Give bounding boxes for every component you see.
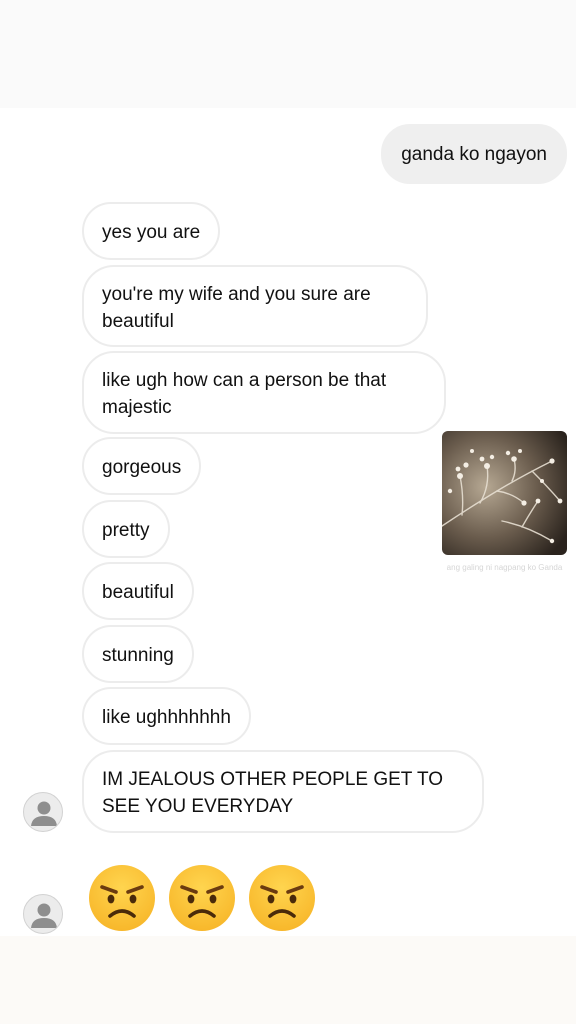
message-text: yes you are — [102, 222, 201, 243]
message-text: you're my wife and you sure are beautifu… — [102, 284, 371, 332]
message-incoming[interactable]: IM JEALOUS OTHER PEOPLE GET TO SEE YOU E… — [82, 750, 484, 833]
message-text: stunning — [102, 645, 174, 666]
branch-photo-image — [442, 431, 567, 555]
message-text: IM JEALOUS OTHER PEOPLE GET TO SEE YOU E… — [102, 769, 444, 817]
angry-face-emoji — [247, 863, 317, 933]
avatar[interactable] — [23, 792, 63, 832]
user-silhouette-icon — [31, 801, 57, 826]
message-incoming[interactable]: gorgeous — [82, 437, 202, 495]
message-incoming[interactable]: you're my wife and you sure are beautifu… — [82, 265, 428, 347]
message-incoming[interactable]: like ughhhhhhh — [82, 687, 251, 745]
message-text: gorgeous — [102, 457, 182, 478]
message-incoming[interactable]: yes you are — [82, 202, 221, 260]
angry-face-emoji — [87, 863, 157, 933]
message-text: like ughhhhhhh — [102, 707, 231, 728]
user-silhouette-icon — [31, 903, 57, 928]
message-text: beautiful — [102, 582, 174, 603]
composer-area — [0, 936, 576, 1024]
message-outgoing[interactable]: ganda ko ngayon — [381, 124, 567, 184]
header-area — [0, 0, 576, 108]
message-incoming[interactable]: stunning — [82, 625, 194, 683]
photo-caption: ang galing ni nagpang ko Ganda — [446, 563, 563, 572]
message-text: ganda ko ngayon — [401, 144, 547, 165]
message-text: pretty — [102, 520, 150, 541]
angry-face-emoji — [167, 863, 237, 933]
avatar[interactable] — [23, 894, 63, 934]
message-incoming[interactable]: beautiful — [82, 562, 194, 620]
message-incoming[interactable]: pretty — [82, 500, 170, 558]
shared-photo[interactable] — [442, 431, 567, 555]
message-text: like ugh how can a person be that majest… — [102, 370, 387, 418]
message-incoming[interactable]: like ugh how can a person be that majest… — [82, 351, 446, 434]
